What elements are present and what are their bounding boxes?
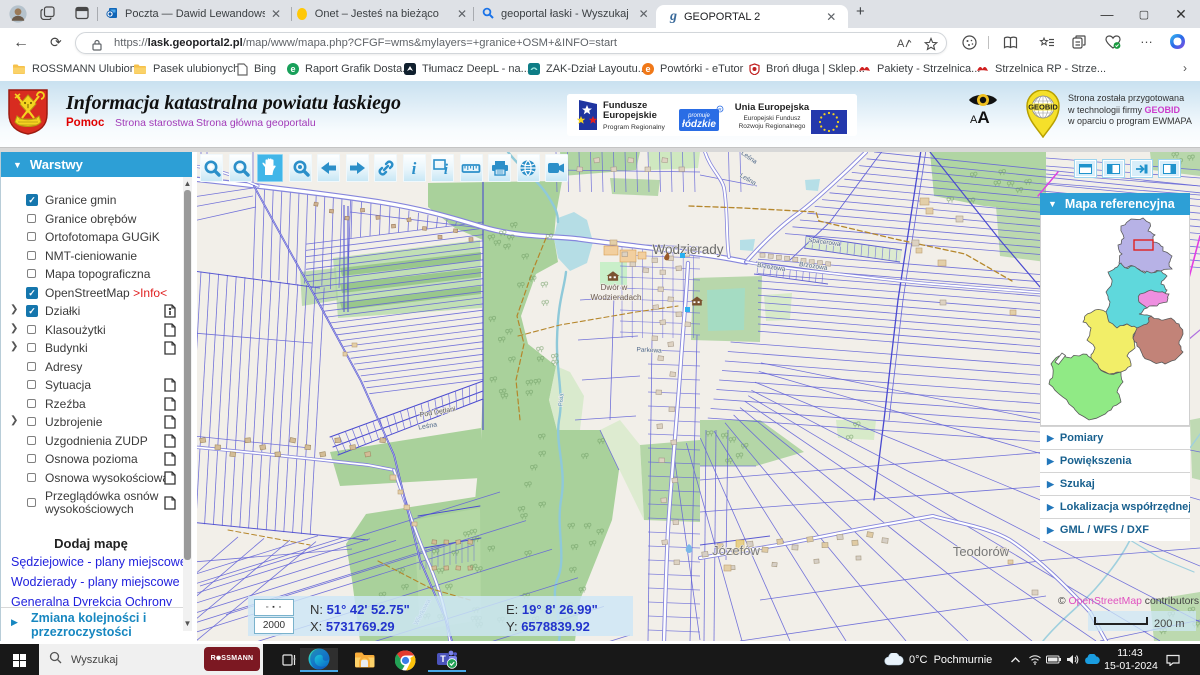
svg-text:Wodzierady: Wodzierady	[652, 242, 723, 257]
svg-text:Program Regionalny: Program Regionalny	[603, 124, 666, 131]
svg-text:T: T	[440, 654, 446, 664]
svg-text:A: A	[897, 38, 905, 50]
svg-text:Pisia: Pisia	[558, 393, 565, 407]
svg-text:Rozwoju Regionalnego: Rozwoju Regionalnego	[739, 123, 806, 130]
svg-text:GEOBID: GEOBID	[1028, 103, 1058, 112]
svg-text:Unia Europejska: Unia Europejska	[735, 102, 810, 113]
svg-text:Europejskie: Europejskie	[603, 110, 657, 121]
svg-text:O: O	[107, 9, 113, 18]
svg-text:łódzkie: łódzkie	[682, 119, 716, 130]
svg-text:Wodzieradach: Wodzieradach	[591, 293, 642, 302]
svg-text:200 m: 200 m	[1154, 618, 1185, 630]
svg-text:Europejski Fundusz: Europejski Fundusz	[743, 115, 800, 122]
svg-text:i: i	[444, 162, 449, 177]
svg-text:Dwór w: Dwór w	[601, 283, 628, 292]
svg-text:Teodorów: Teodorów	[953, 544, 1010, 559]
svg-text:Parkowa: Parkowa	[636, 346, 662, 354]
svg-text:e: e	[290, 64, 295, 74]
svg-text:e: e	[645, 64, 650, 74]
svg-text:Józefów: Józefów	[712, 543, 760, 558]
svg-text:i: i	[412, 159, 417, 177]
